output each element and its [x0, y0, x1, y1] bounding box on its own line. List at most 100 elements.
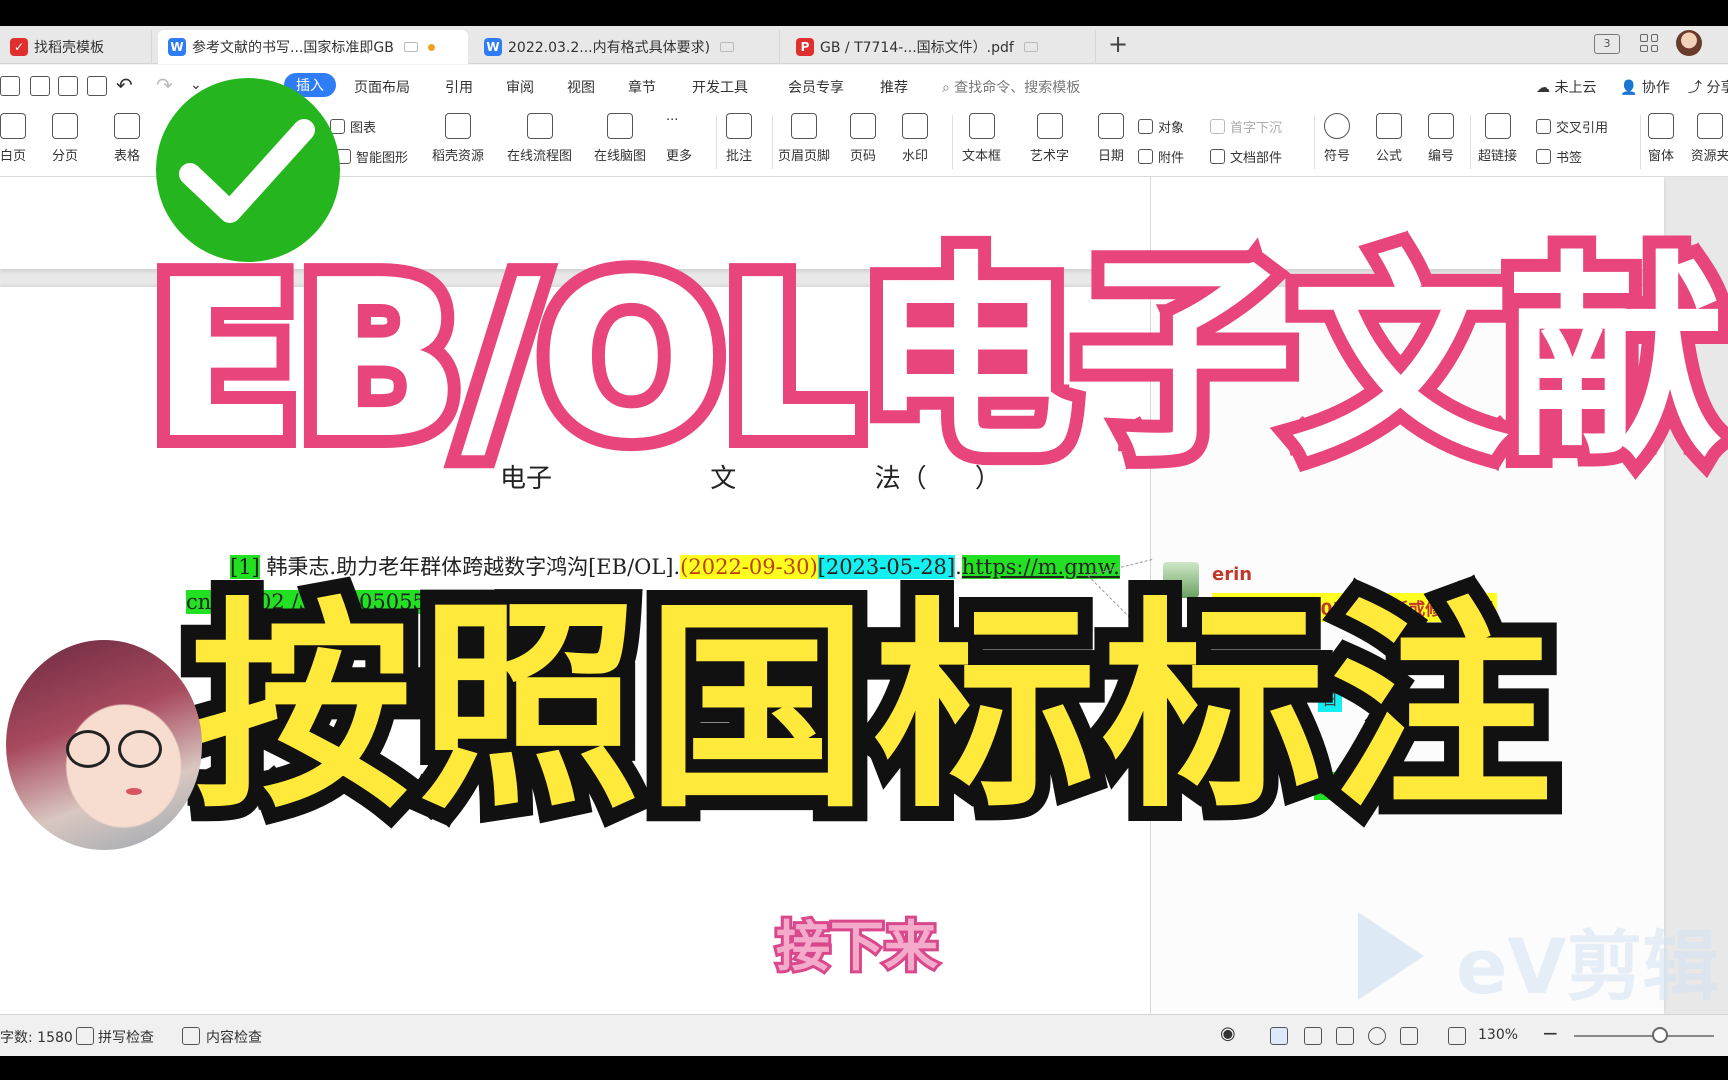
- hyperlink-button[interactable]: 超链接: [1478, 113, 1517, 164]
- reference-title: 韩秉志.助力老年群体跨越数字鸿沟[EB/OL].: [266, 555, 681, 579]
- eye-protection-icon[interactable]: ◉: [1220, 1023, 1236, 1044]
- write-mode-icon[interactable]: [1400, 1027, 1418, 1045]
- presenter-avatar: [6, 640, 202, 850]
- ev-watermark: eV剪辑: [1456, 922, 1719, 1011]
- comment-button[interactable]: 批注: [726, 113, 752, 164]
- tab-reference-doc[interactable]: W 参考文献的书写...国家标准即GB: [158, 30, 468, 64]
- fit-page-icon[interactable]: [1448, 1027, 1466, 1045]
- paperclip-icon: [1138, 149, 1153, 164]
- cloud-status[interactable]: ☁ 未上云: [1536, 77, 1596, 97]
- daoke-resource-button[interactable]: 稻壳资源: [432, 113, 484, 164]
- print-preview-icon[interactable]: [87, 76, 107, 96]
- date-label: 日期: [1098, 149, 1125, 164]
- zoom-slider-track[interactable]: [1574, 1035, 1714, 1037]
- form-button[interactable]: 窗体: [1648, 113, 1674, 164]
- doc-part-button[interactable]: 文档部件: [1210, 147, 1282, 166]
- tab-find-template[interactable]: ✓ 找稻壳模板: [0, 30, 152, 64]
- numbering-button[interactable]: 编号: [1428, 113, 1454, 164]
- daoke-label: 稻壳资源: [432, 149, 485, 164]
- resources-button[interactable]: 资源夹: [1692, 113, 1728, 164]
- spell-check-button[interactable]: 拼写检查: [98, 1027, 154, 1047]
- word-doc-icon: W: [484, 38, 502, 56]
- menu-developer[interactable]: 开发工具: [692, 77, 748, 97]
- flowchart-button[interactable]: 在线流程图: [507, 113, 572, 164]
- user-avatar[interactable]: [1676, 30, 1702, 56]
- bookmark-button[interactable]: 书签: [1536, 147, 1582, 166]
- reference-entry[interactable]: [1] 韩秉志.助力老年群体跨越数字鸿沟[EB/OL].(2022-09-30)…: [230, 551, 1120, 581]
- reading-view-icon[interactable]: [1336, 1027, 1354, 1045]
- window-layout-icon[interactable]: 3: [1594, 34, 1620, 54]
- command-search[interactable]: ⌕ 查找命令、搜索模板: [942, 77, 1080, 97]
- mindmap-button[interactable]: 在线脑图: [594, 113, 646, 164]
- page-number-button[interactable]: 页码: [850, 113, 876, 164]
- menu-recommend[interactable]: 推荐: [880, 77, 908, 97]
- object-button[interactable]: 对象: [1138, 117, 1184, 136]
- wordart-label: 艺术字: [1030, 149, 1070, 164]
- bookmark-label: 书签: [1556, 151, 1583, 166]
- export-icon[interactable]: [30, 76, 50, 96]
- header-footer-button[interactable]: 页眉页脚: [778, 113, 830, 164]
- overlay-title-bottom: 按照国标标注: [175, 580, 1567, 838]
- undo-icon[interactable]: ↶: [116, 73, 133, 97]
- menu-view[interactable]: 视图: [567, 77, 595, 97]
- page-break-label: 分页: [52, 149, 79, 164]
- menu-section[interactable]: 章节: [628, 77, 656, 97]
- zoom-level[interactable]: 130%: [1478, 1027, 1518, 1043]
- monitor-icon: [1023, 42, 1038, 52]
- print-icon[interactable]: [58, 76, 78, 96]
- word-count[interactable]: 字数: 1580: [0, 1027, 73, 1047]
- crossref-icon: [1536, 119, 1551, 134]
- wordart-button[interactable]: 艺术字: [1030, 113, 1069, 164]
- overlay-title-top: EB/OL电子文献: [137, 234, 1728, 487]
- more-button[interactable]: ··· 更多: [666, 113, 692, 164]
- share-button[interactable]: ⤴ 分享: [1688, 77, 1728, 97]
- zoom-out-button[interactable]: −: [1542, 1021, 1559, 1045]
- date-button[interactable]: 日期: [1098, 113, 1124, 164]
- dropcap-icon: [1210, 119, 1225, 134]
- formula-button[interactable]: 公式: [1376, 113, 1402, 164]
- tab-gb-pdf[interactable]: P GB / T7714-...国标文件）.pdf: [786, 30, 1096, 64]
- web-view-icon[interactable]: [1368, 1027, 1386, 1045]
- menu-page-layout[interactable]: 页面布局: [354, 77, 410, 97]
- comment-icon: [726, 113, 752, 139]
- app-grid-icon[interactable]: [1640, 34, 1658, 52]
- glasses-right: [118, 730, 162, 768]
- tab-label: 参考文献的书写...国家标准即GB: [192, 40, 394, 56]
- blank-page-icon: [0, 113, 26, 139]
- hyperlink-label: 超链接: [1478, 149, 1518, 164]
- monitor-icon: [403, 42, 418, 52]
- dropcap-label: 首字下沉: [1230, 121, 1283, 136]
- menu-review[interactable]: 审阅: [506, 77, 534, 97]
- status-bar: 字数: 1580 拼写检查 内容检查 ◉ 130% −: [0, 1014, 1728, 1056]
- link-icon: [1484, 113, 1511, 139]
- textbox-button[interactable]: 文本框: [962, 113, 1001, 164]
- calendar-icon: [1098, 113, 1124, 139]
- watermark-icon: [902, 113, 928, 139]
- tab-label: 2022.03.2...内有格式具体要求): [508, 40, 711, 56]
- page-break-button[interactable]: 分页: [52, 113, 78, 164]
- ribbon-divider: [772, 115, 773, 169]
- smart-art-button[interactable]: 智能图形: [336, 147, 408, 166]
- new-tab-button[interactable]: +: [1108, 30, 1128, 58]
- menu-references[interactable]: 引用: [445, 77, 473, 97]
- crossref-button[interactable]: 交叉引用: [1536, 117, 1608, 136]
- collaborate-button[interactable]: 👤 协作: [1620, 77, 1670, 97]
- attachment-button[interactable]: 附件: [1138, 147, 1184, 166]
- menu-member[interactable]: 会员专享: [788, 77, 844, 97]
- save-icon[interactable]: [0, 76, 20, 96]
- dropcap-button[interactable]: 首字下沉: [1210, 117, 1282, 136]
- symbol-button[interactable]: 符号: [1324, 113, 1350, 164]
- reference-url[interactable]: https://m.gmw.: [961, 555, 1120, 579]
- table-label: 表格: [114, 149, 141, 164]
- resource-icon: [445, 113, 471, 139]
- ev-play-logo-icon: [1358, 912, 1424, 1000]
- outline-view-icon[interactable]: [1304, 1027, 1322, 1045]
- watermark-button[interactable]: 水印: [902, 113, 928, 164]
- blank-page-button[interactable]: 白页: [0, 113, 26, 164]
- content-check-button[interactable]: 内容检查: [206, 1027, 262, 1047]
- zoom-slider-knob[interactable]: [1652, 1027, 1668, 1043]
- table-button[interactable]: 表格: [114, 113, 140, 164]
- watermark-label: 水印: [902, 149, 929, 164]
- tab-requirements-doc[interactable]: W 2022.03.2...内有格式具体要求): [474, 30, 780, 64]
- page-view-icon[interactable]: [1270, 1027, 1288, 1045]
